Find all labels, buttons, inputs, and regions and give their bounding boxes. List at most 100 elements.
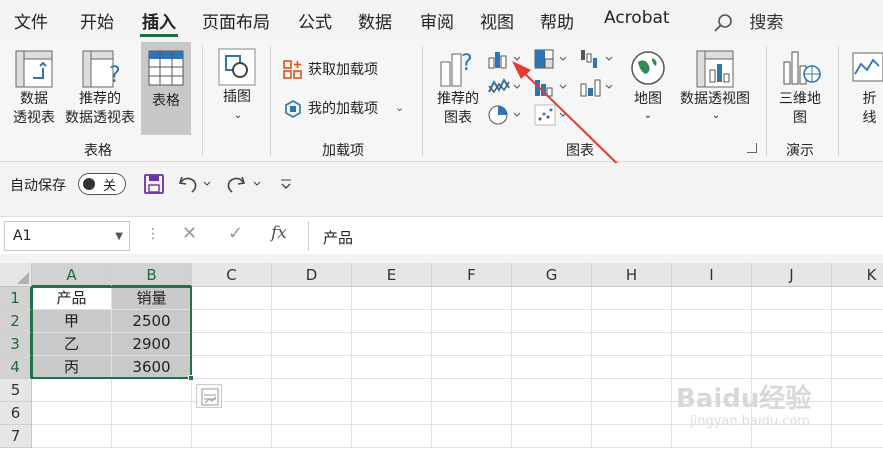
cell-i2[interactable] <box>672 310 752 333</box>
cell-i4[interactable] <box>672 356 752 379</box>
cell-d7[interactable] <box>272 425 352 448</box>
cell-h6[interactable] <box>592 402 672 425</box>
cell-g1[interactable] <box>512 287 592 310</box>
cell-d5[interactable] <box>272 379 352 402</box>
customize-qat-icon[interactable] <box>278 177 294 191</box>
cell-d2[interactable] <box>272 310 352 333</box>
cell-c4[interactable] <box>192 356 272 379</box>
cell-k3[interactable] <box>832 333 883 356</box>
cell-g7[interactable] <box>512 425 592 448</box>
column-header-j[interactable]: J <box>752 263 832 287</box>
cell-f7[interactable] <box>432 425 512 448</box>
column-header-c[interactable]: C <box>192 263 272 287</box>
cell-h3[interactable] <box>592 333 672 356</box>
row-header-2[interactable]: 2 <box>0 310 32 333</box>
cell-g6[interactable] <box>512 402 592 425</box>
cell-a7[interactable] <box>32 425 112 448</box>
cell-i3[interactable] <box>672 333 752 356</box>
autosave-state: 关 <box>103 179 117 194</box>
autosave-label: 自动保存 <box>10 178 66 194</box>
cell-a5[interactable] <box>32 379 112 402</box>
formula-input[interactable]: 产品 <box>308 221 883 251</box>
cell-g5[interactable] <box>512 379 592 402</box>
column-header-b[interactable]: B <box>112 263 192 287</box>
column-header-i[interactable]: I <box>672 263 752 287</box>
enter-icon[interactable]: ✓ <box>228 223 243 244</box>
watermark: Baidu经验 <box>676 384 812 414</box>
cell-e6[interactable] <box>352 402 432 425</box>
cell-j4[interactable] <box>752 356 832 379</box>
cell-d4[interactable] <box>272 356 352 379</box>
cell-k4[interactable] <box>832 356 883 379</box>
cell-e1[interactable] <box>352 287 432 310</box>
cell-d6[interactable] <box>272 402 352 425</box>
autosave-toggle[interactable]: 关 <box>78 173 126 195</box>
cell-h1[interactable] <box>592 287 672 310</box>
cell-j1[interactable] <box>752 287 832 310</box>
row-header-3[interactable]: 3 <box>0 333 32 356</box>
cell-g3[interactable] <box>512 333 592 356</box>
column-header-d[interactable]: D <box>272 263 352 287</box>
name-box[interactable]: A1 ▼ <box>4 221 130 251</box>
cell-e2[interactable] <box>352 310 432 333</box>
cell-k2[interactable] <box>832 310 883 333</box>
column-header-g[interactable]: G <box>512 263 592 287</box>
row-header-6[interactable]: 6 <box>0 402 32 425</box>
cell-a6[interactable] <box>32 402 112 425</box>
column-header-h[interactable]: H <box>592 263 672 287</box>
undo-icon[interactable] <box>176 173 216 195</box>
cell-c3[interactable] <box>192 333 272 356</box>
cell-d3[interactable] <box>272 333 352 356</box>
cell-h7[interactable] <box>592 425 672 448</box>
cell-f1[interactable] <box>432 287 512 310</box>
cell-g2[interactable] <box>512 310 592 333</box>
column-header-f[interactable]: F <box>432 263 512 287</box>
cell-d1[interactable] <box>272 287 352 310</box>
cell-k7[interactable] <box>832 425 883 448</box>
cell-h4[interactable] <box>592 356 672 379</box>
cell-b7[interactable] <box>112 425 192 448</box>
cell-e7[interactable] <box>352 425 432 448</box>
selection-range <box>31 286 192 379</box>
cell-b6[interactable] <box>112 402 192 425</box>
insert-function-button[interactable]: fx <box>271 223 287 243</box>
cell-h2[interactable] <box>592 310 672 333</box>
cell-f3[interactable] <box>432 333 512 356</box>
cell-i1[interactable] <box>672 287 752 310</box>
cell-j3[interactable] <box>752 333 832 356</box>
toggle-knob <box>83 178 95 190</box>
cancel-icon[interactable]: ✕ <box>182 223 197 244</box>
formula-bar-grip-icon[interactable]: ⋮ <box>146 226 160 242</box>
cell-e5[interactable] <box>352 379 432 402</box>
redo-icon[interactable] <box>226 173 266 195</box>
cell-b5[interactable] <box>112 379 192 402</box>
cell-g4[interactable] <box>512 356 592 379</box>
cell-j2[interactable] <box>752 310 832 333</box>
cell-k1[interactable] <box>832 287 883 310</box>
row-header-5[interactable]: 5 <box>0 379 32 402</box>
column-header-k[interactable]: K <box>832 263 883 287</box>
cell-e3[interactable] <box>352 333 432 356</box>
cell-h5[interactable] <box>592 379 672 402</box>
column-header-a[interactable]: A <box>32 263 112 287</box>
cell-c1[interactable] <box>192 287 272 310</box>
cell-f6[interactable] <box>432 402 512 425</box>
cell-k6[interactable] <box>832 402 883 425</box>
row-header-4[interactable]: 4 <box>0 356 32 379</box>
quick-analysis-button[interactable] <box>196 384 222 408</box>
fill-handle[interactable] <box>188 375 194 381</box>
chevron-down-icon: ▼ <box>115 231 123 242</box>
column-header-e[interactable]: E <box>352 263 432 287</box>
select-all-corner[interactable] <box>0 263 32 287</box>
cell-k5[interactable] <box>832 379 883 402</box>
cell-c7[interactable] <box>192 425 272 448</box>
cell-f5[interactable] <box>432 379 512 402</box>
cell-e4[interactable] <box>352 356 432 379</box>
cell-c2[interactable] <box>192 310 272 333</box>
row-header-7[interactable]: 7 <box>0 425 32 448</box>
cell-f2[interactable] <box>432 310 512 333</box>
cell-f4[interactable] <box>432 356 512 379</box>
formula-bar: A1 ▼ ⋮ ✕ ✓ fx 产品 <box>0 216 883 254</box>
save-icon[interactable] <box>144 174 164 194</box>
row-header-1[interactable]: 1 <box>0 287 32 310</box>
